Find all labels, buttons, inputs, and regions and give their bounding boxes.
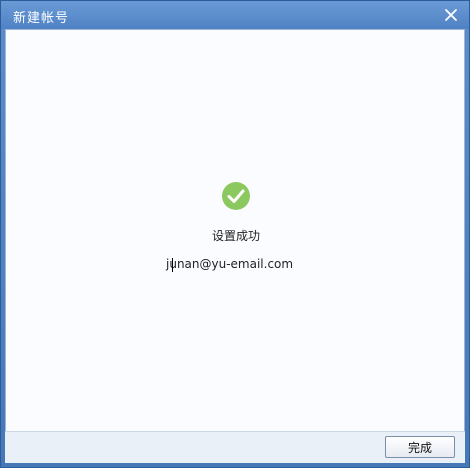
new-account-dialog: 新建帐号 设置成功 junan@yu-email.com 完成 <box>0 0 470 468</box>
close-icon[interactable] <box>443 7 459 23</box>
checkmark-circle-icon <box>221 181 251 211</box>
text-cursor <box>172 258 173 272</box>
done-button[interactable]: 完成 <box>385 436 455 458</box>
dialog-footer: 完成 <box>5 431 465 463</box>
dialog-content: 设置成功 junan@yu-email.com <box>5 29 465 433</box>
setup-success-text: 设置成功 <box>211 229 260 243</box>
account-email: junan@yu-email.com <box>166 257 294 271</box>
title-bar[interactable]: 新建帐号 <box>1 1 469 29</box>
window-title: 新建帐号 <box>13 11 70 26</box>
